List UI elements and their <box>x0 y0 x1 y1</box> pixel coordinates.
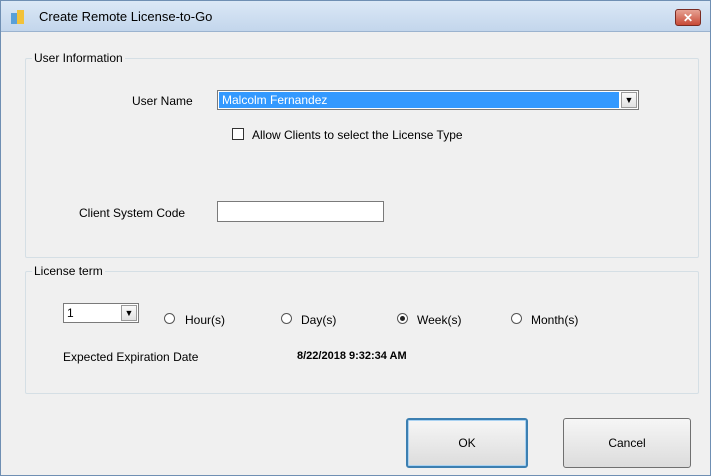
term-count-select[interactable]: 1 ▼ <box>63 303 139 323</box>
ok-button[interactable]: OK <box>406 418 528 468</box>
app-icon <box>11 10 27 24</box>
expiration-date-value: 8/22/2018 9:32:34 AM <box>297 350 407 362</box>
allow-clients-checkbox[interactable] <box>232 128 244 140</box>
allow-clients-label: Allow Clients to select the License Type <box>252 128 463 142</box>
radio-days-label: Day(s) <box>301 313 337 327</box>
radio-weeks[interactable] <box>397 313 408 324</box>
client-system-code-label: Client System Code <box>79 206 186 220</box>
radio-hours[interactable] <box>164 313 175 324</box>
license-term-group: License term <box>25 264 699 394</box>
license-term-legend: License term <box>34 264 103 278</box>
close-icon: ✕ <box>682 11 694 25</box>
cancel-button[interactable]: Cancel <box>563 418 691 468</box>
chevron-down-icon[interactable]: ▼ <box>121 305 137 321</box>
title-bar[interactable]: Create Remote License-to-Go ✕ <box>1 1 710 32</box>
user-name-label: User Name <box>132 94 193 108</box>
close-button[interactable]: ✕ <box>675 9 701 26</box>
term-count-value: 1 <box>67 306 74 320</box>
user-information-group: User Information <box>25 51 699 258</box>
chevron-down-icon[interactable]: ▼ <box>621 92 637 108</box>
window-title: Create Remote License-to-Go <box>39 9 213 24</box>
client-system-code-input[interactable] <box>217 201 384 222</box>
user-name-value: Malcolm Fernandez <box>219 92 619 108</box>
user-name-select[interactable]: Malcolm Fernandez ▼ <box>217 90 639 110</box>
radio-hours-label: Hour(s) <box>185 313 226 327</box>
radio-weeks-label: Week(s) <box>417 313 462 327</box>
radio-months[interactable] <box>511 313 522 324</box>
user-information-legend: User Information <box>34 51 123 65</box>
radio-days[interactable] <box>281 313 292 324</box>
radio-months-label: Month(s) <box>531 313 579 327</box>
expiration-date-label: Expected Expiration Date <box>63 350 199 364</box>
license-dialog: Create Remote License-to-Go ✕ User Infor… <box>0 0 711 476</box>
